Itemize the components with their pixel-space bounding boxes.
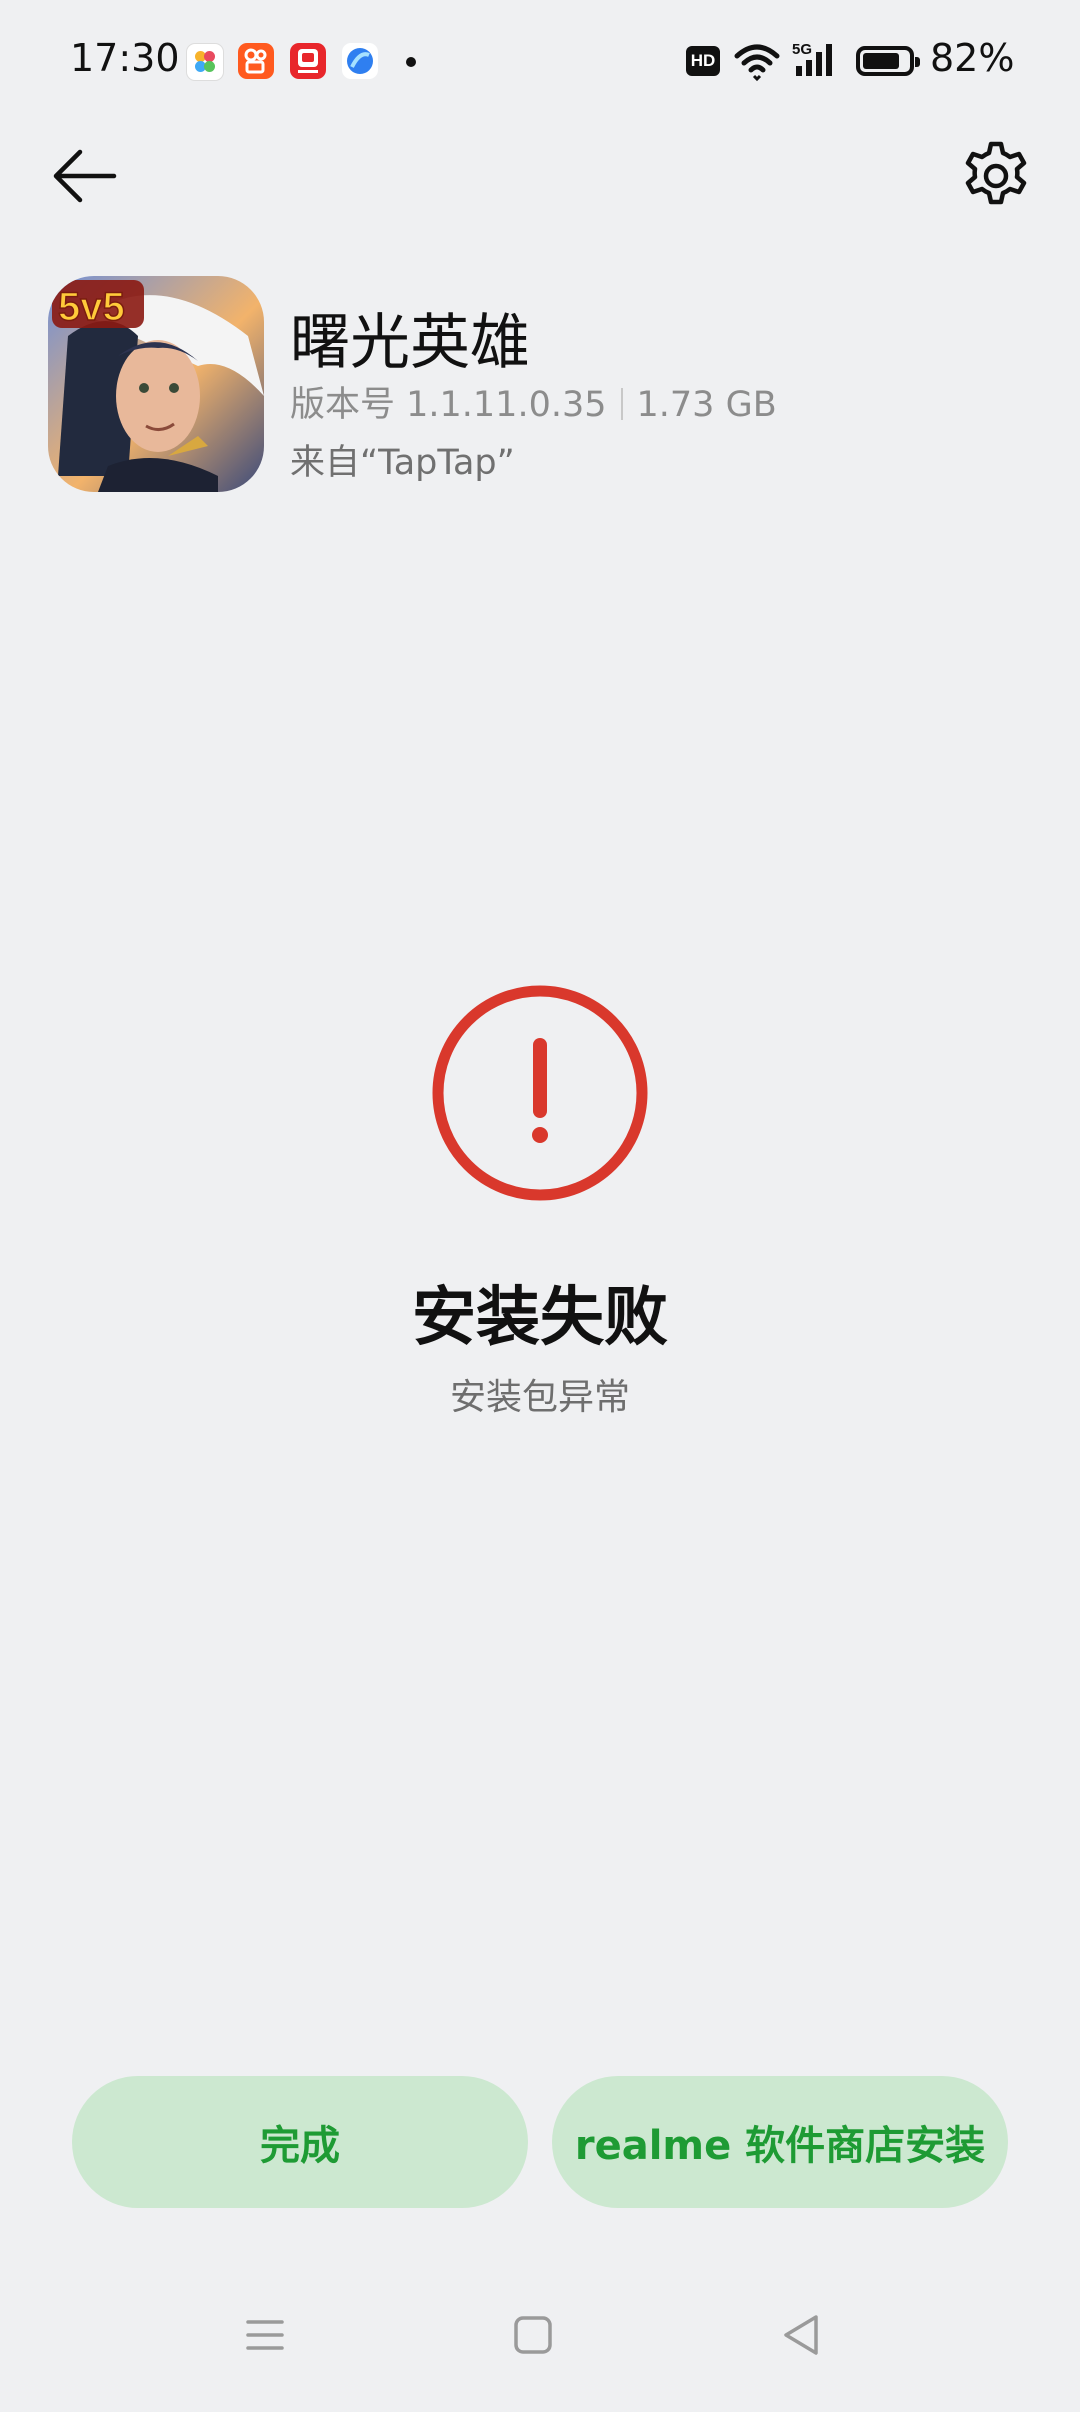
more-notifications-dot: [406, 57, 416, 67]
done-button[interactable]: 完成: [72, 2076, 528, 2208]
store-install-button[interactable]: realme 软件商店安装: [552, 2076, 1008, 2208]
meta-divider: [620, 388, 623, 420]
app-version: 版本号 1.1.11.0.35: [290, 385, 607, 425]
gear-icon: [965, 141, 1027, 205]
app-icon-badge: 5v5: [58, 285, 125, 329]
settings-button[interactable]: [958, 138, 1034, 214]
cellular-signal-icon: 5G: [792, 41, 832, 76]
app-meta: 版本号 1.1.11.0.35 1.73 GB: [290, 376, 777, 427]
status-bar: 17:30 HD 5G 82%: [0, 0, 1080, 124]
home-icon[interactable]: [512, 2310, 554, 2360]
back-button[interactable]: [48, 140, 120, 212]
app-source: 来自“TapTap”: [290, 443, 515, 483]
error-exclamation-icon: [432, 985, 648, 1201]
wifi-icon: [734, 44, 780, 82]
arrow-left-icon: [53, 149, 117, 203]
battery-icon: [856, 46, 920, 76]
battery-level-fill: [863, 53, 899, 69]
pinduoduo-app-icon: [290, 43, 326, 79]
result-title: 安装失败: [412, 1281, 668, 1355]
kuaishou-app-icon: [238, 43, 274, 79]
back-triangle-icon[interactable]: [778, 2310, 824, 2360]
app-size: 1.73 GB: [636, 385, 777, 425]
menu-icon[interactable]: [240, 2310, 290, 2360]
battery-percent: 82%: [930, 36, 1015, 80]
result-subtitle: 安装包异常: [449, 1377, 630, 1418]
app-icon: 5v5: [48, 276, 264, 492]
photos-app-icon: [186, 43, 224, 81]
app-name: 曙光英雄: [290, 308, 530, 378]
hd-badge: HD: [686, 46, 720, 76]
browser-app-icon: [342, 43, 378, 79]
status-time: 17:30: [70, 36, 180, 80]
network-type-label: 5G: [792, 41, 812, 58]
